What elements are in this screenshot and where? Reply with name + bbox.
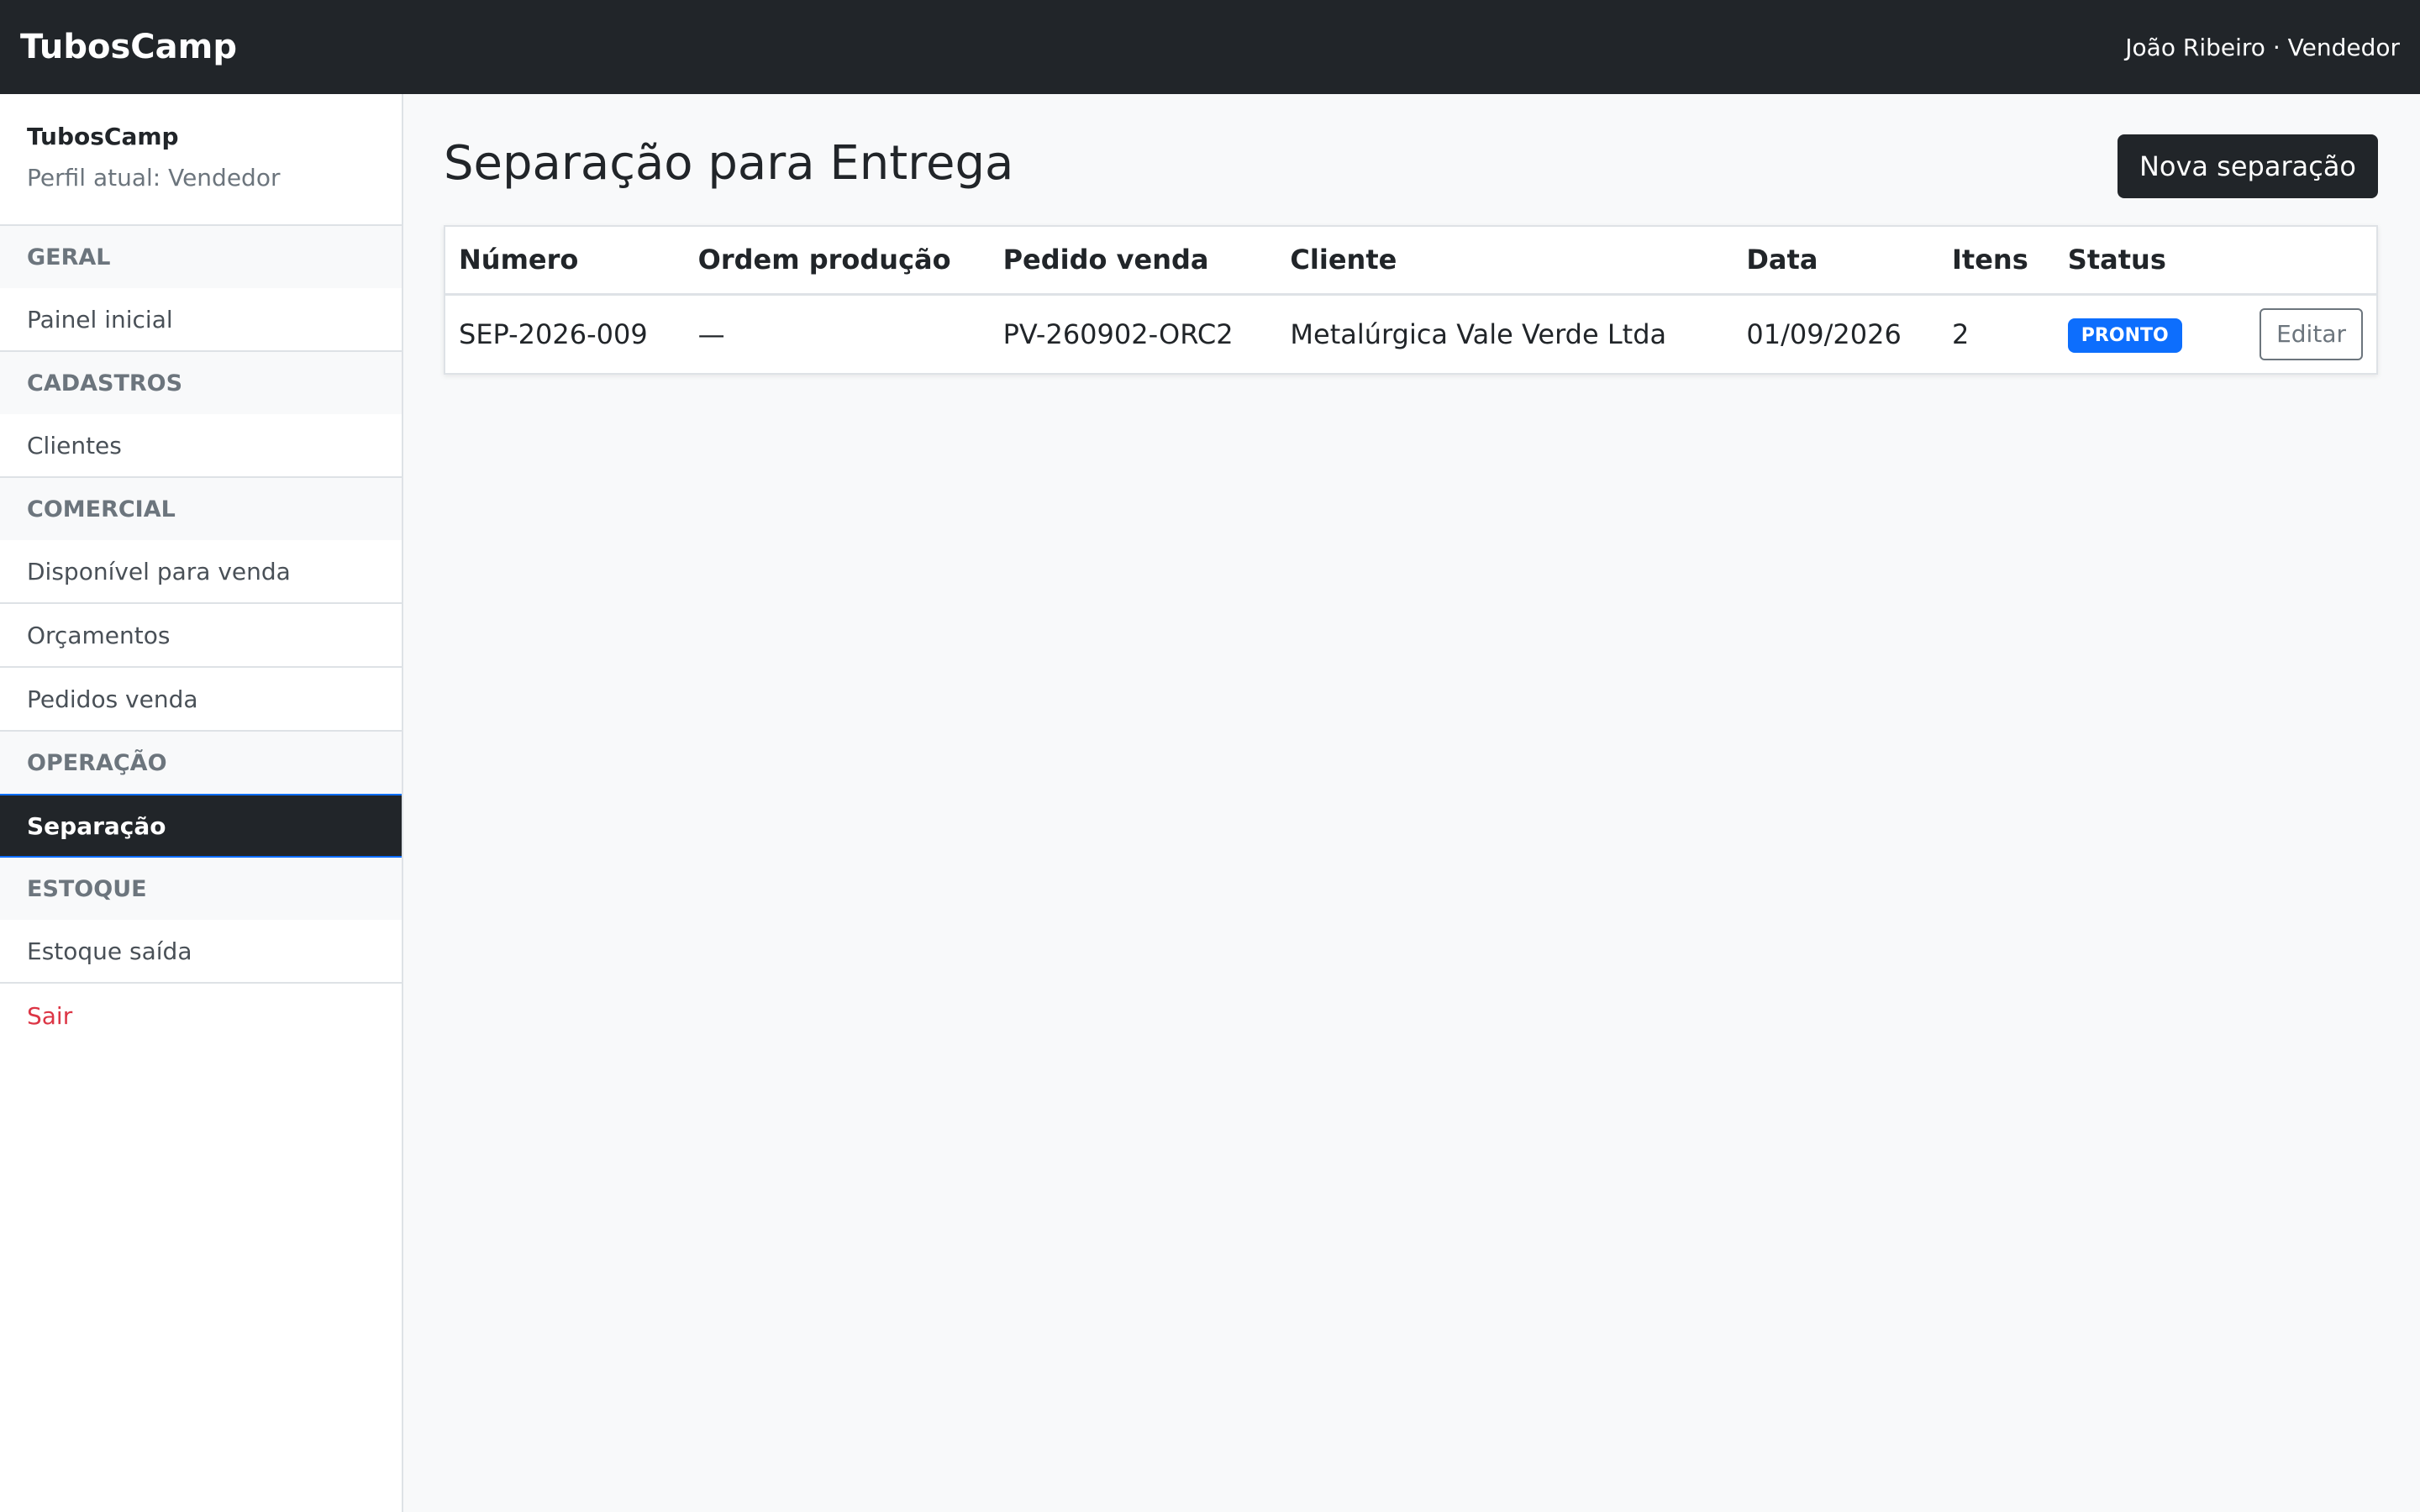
column-header-ordem-producao: Ordem produção (684, 227, 990, 296)
sidebar-item-painel-inicial[interactable]: Painel inicial (0, 288, 402, 352)
column-header-pedido-venda: Pedido venda (989, 227, 1277, 296)
sidebar-role: Perfil atual: Vendedor (27, 164, 281, 192)
separacao-table: Número Ordem produção Pedido venda Clien… (445, 227, 2376, 373)
sidebar-app-name: TubosCamp (27, 123, 179, 150)
brand-logo[interactable]: TubosCamp (20, 28, 237, 66)
cell-actions: Editar (2246, 294, 2376, 373)
sidebar-group-estoque: ESTOQUE (0, 858, 402, 920)
edit-button[interactable]: Editar (2260, 307, 2363, 360)
sidebar-group-operacao: OPERAÇÃO (0, 732, 402, 794)
cell-pedido-venda: PV-260902-ORC2 (1002, 318, 1234, 350)
sidebar-group-comercial: COMERCIAL (0, 478, 402, 540)
sidebar-item-sair[interactable]: Sair (0, 984, 402, 1047)
top-navbar: TubosCamp João Ribeiro · Vendedor (0, 0, 2420, 94)
sidebar-group-cadastros: CADASTROS (0, 352, 402, 414)
column-header-itens: Itens (1939, 227, 2054, 296)
column-header-numero: Número (445, 227, 685, 296)
sidebar-item-clientes[interactable]: Clientes (0, 414, 402, 478)
cell-data: 01/09/2026 (1746, 318, 1902, 350)
nova-separacao-button[interactable]: Nova separação (2117, 134, 2378, 198)
sidebar-item-pedidos-venda[interactable]: Pedidos venda (0, 668, 402, 732)
table-header-row: Número Ordem produção Pedido venda Clien… (445, 227, 2376, 296)
cell-status: PRONTO (2054, 294, 2246, 373)
page-title: Separação para Entrega (444, 136, 1014, 191)
user-info: João Ribeiro · Vendedor (2125, 33, 2400, 61)
column-header-actions (2246, 227, 2376, 296)
column-header-data: Data (1733, 227, 1939, 296)
sidebar-item-disponivel-para-venda[interactable]: Disponível para venda (0, 540, 402, 604)
sidebar-header: TubosCamp Perfil atual: Vendedor (0, 94, 402, 226)
cell-itens: 2 (1952, 318, 1970, 350)
sidebar-item-separacao[interactable]: Separação (0, 794, 402, 858)
separacao-table-card: Número Ordem produção Pedido venda Clien… (444, 225, 2378, 375)
table-row: SEP-2026-009 — PV-260902-ORC2 Metalúrgic… (445, 294, 2376, 373)
sidebar: TubosCamp Perfil atual: Vendedor GERAL P… (0, 94, 403, 1512)
cell-cliente: Metalúrgica Vale Verde Ltda (1290, 318, 1667, 350)
column-header-status: Status (2054, 227, 2247, 296)
cell-ordem-producao: — (697, 318, 725, 350)
cell-numero: SEP-2026-009 (459, 318, 648, 350)
main-content: Separação para Entrega Nova separação Nú… (405, 94, 2420, 1512)
status-badge: PRONTO (2067, 318, 2182, 353)
sidebar-group-geral: GERAL (0, 226, 402, 288)
sidebar-item-estoque-saida[interactable]: Estoque saída (0, 920, 402, 984)
column-header-cliente: Cliente (1276, 227, 1733, 296)
sidebar-item-orcamentos[interactable]: Orçamentos (0, 604, 402, 668)
